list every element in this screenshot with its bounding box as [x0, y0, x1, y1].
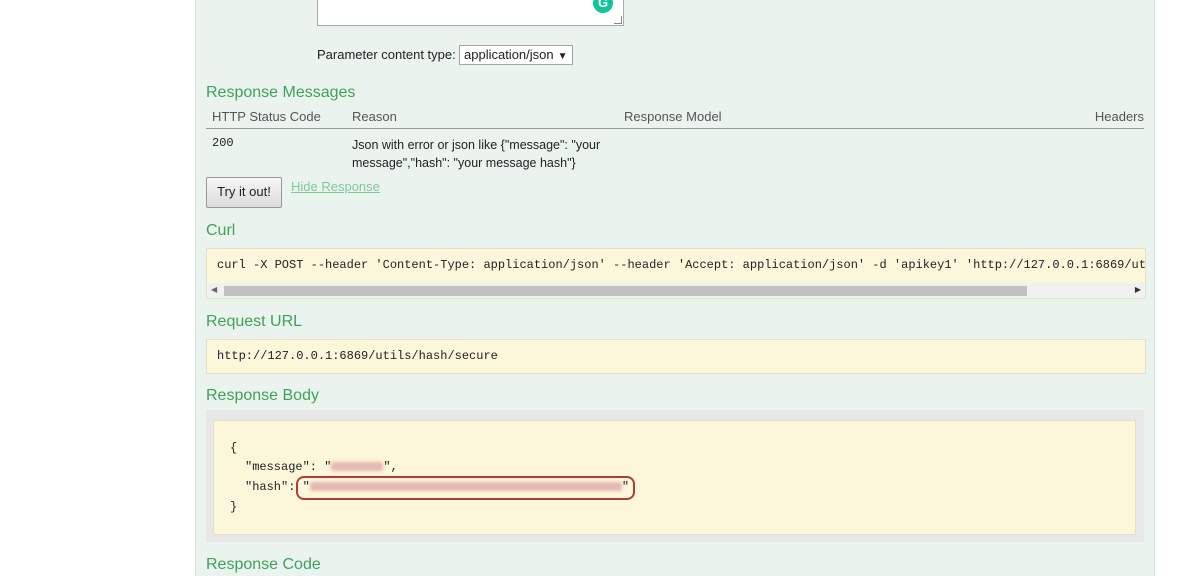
- column-header-response-model: Response Model: [624, 109, 722, 124]
- grammarly-icon[interactable]: G: [593, 0, 613, 13]
- curl-title: Curl: [206, 222, 236, 239]
- curl-box: curl -X POST --header 'Content-Type: app…: [206, 248, 1146, 299]
- json-hash-key: "hash":: [245, 480, 303, 494]
- select-value: application/json: [464, 47, 554, 62]
- request-url-box: http://127.0.0.1:6869/utils/hash/secure: [206, 339, 1146, 374]
- response-body-container: { "message": " ", "hash": " " }: [206, 410, 1144, 542]
- request-url-title: Request URL: [206, 313, 303, 330]
- response-messages-title: Response Messages: [206, 84, 356, 101]
- chevron-down-icon: ▼: [557, 51, 568, 62]
- scroll-right-icon[interactable]: ▶: [1135, 285, 1141, 294]
- status-code-cell: 200: [212, 136, 234, 150]
- reason-cell: Json with error or json like {"message":…: [352, 136, 622, 172]
- table-divider: [206, 128, 1144, 129]
- column-header-reason: Reason: [352, 109, 397, 124]
- scroll-left-icon[interactable]: ◀: [211, 285, 217, 294]
- hash-highlight-annotation: [296, 476, 635, 500]
- scrollbar-thumb[interactable]: [224, 286, 1027, 296]
- json-close-brace: }: [230, 500, 238, 514]
- json-open-brace: {: [230, 441, 238, 455]
- column-header-headers: Headers: [1094, 109, 1144, 124]
- try-it-out-button[interactable]: Try it out!: [206, 177, 282, 208]
- response-body-title: Response Body: [206, 387, 319, 404]
- reason-line: Json with error or json like {"message":…: [352, 138, 601, 152]
- curl-command: curl -X POST --header 'Content-Type: app…: [217, 258, 1146, 272]
- json-message-tail: ",: [383, 460, 398, 474]
- response-code-title: Response Code: [206, 556, 321, 573]
- json-message-key: "message": ": [245, 460, 332, 474]
- resize-grip-icon[interactable]: [614, 16, 622, 24]
- reason-line: message","hash": "your message hash"}: [352, 156, 576, 170]
- request-url-value: http://127.0.0.1:6869/utils/hash/secure: [217, 349, 498, 363]
- parameter-content-type-label: Parameter content type:: [317, 47, 456, 62]
- column-header-status-code: HTTP Status Code: [212, 109, 321, 124]
- response-body-json: { "message": " ", "hash": " " }: [213, 420, 1136, 535]
- parameter-content-type-select[interactable]: application/json ▼: [459, 45, 573, 65]
- json-message-line: "message": " ",: [245, 460, 398, 474]
- redacted-message-value: [331, 462, 384, 472]
- operation-panel: G Parameter content type: application/js…: [195, 0, 1155, 576]
- hide-response-link[interactable]: Hide Response: [291, 179, 380, 194]
- parameter-textarea[interactable]: G: [317, 0, 624, 26]
- horizontal-scrollbar[interactable]: ◀ ▶: [207, 283, 1145, 298]
